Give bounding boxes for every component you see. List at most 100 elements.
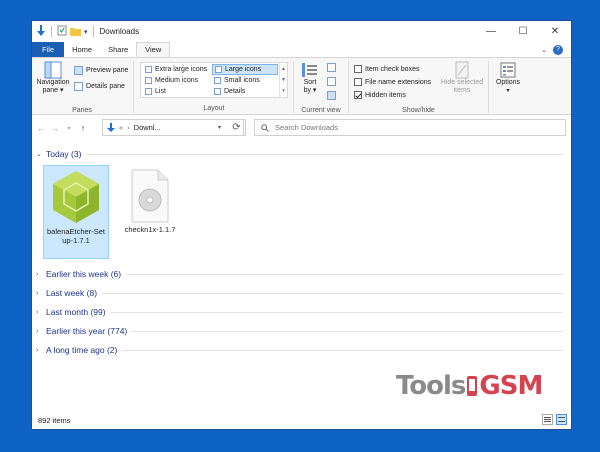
expand-gallery-icon: ▾: [282, 88, 285, 95]
expand-chevron-icon[interactable]: ›: [36, 271, 46, 278]
options-button[interactable]: Options ▾: [490, 61, 526, 95]
group-label: Earlier this year (774): [46, 326, 128, 336]
file-name-extensions-toggle[interactable]: File name extensions: [354, 76, 431, 88]
new-folder-icon[interactable]: [70, 26, 81, 38]
scroll-down-icon: ▼: [281, 76, 286, 83]
size-columns-icon[interactable]: [327, 91, 336, 100]
group-header-today[interactable]: ⌄ Today (3): [36, 149, 563, 159]
file-item[interactable]: balenaEtcher-Set up-1.7.1: [43, 165, 109, 259]
customize-qa-icon[interactable]: ▾: [84, 28, 88, 36]
group-separator: [488, 61, 489, 113]
options-dropdown-icon: ▾: [506, 88, 510, 94]
downloads-folder-icon: [107, 122, 115, 132]
back-icon[interactable]: ←: [34, 123, 48, 133]
ribbon-tabs: File Home Share View ⌄ ?: [32, 42, 571, 57]
expand-ribbon-icon[interactable]: ⌄: [541, 46, 547, 54]
navigation-pane-label: Navigation: [36, 79, 70, 86]
file-name: checkn1x-1.1.7: [124, 225, 176, 234]
layout-item-label: Details: [224, 88, 246, 95]
details-pane-button[interactable]: Details pane: [74, 80, 125, 92]
search-placeholder: Search Downloads: [275, 123, 338, 132]
expand-chevron-icon[interactable]: ›: [36, 347, 46, 354]
layout-scroll[interactable]: ▲ ▼ ▾: [279, 63, 287, 97]
file-name-extensions-checkbox[interactable]: [354, 78, 362, 86]
group-label: Earlier this week (6): [46, 269, 122, 279]
refresh-icon: ⟳: [232, 122, 241, 133]
details-view-icon[interactable]: [542, 414, 553, 425]
navigation-pane-button[interactable]: Navigation pane ▾: [36, 61, 70, 95]
forward-icon[interactable]: →: [48, 123, 62, 133]
sort-by-button[interactable]: Sort by ▾: [299, 61, 321, 95]
expand-chevron-icon[interactable]: ›: [36, 290, 46, 297]
hide-selected-icon: [455, 61, 469, 79]
hidden-items-checkbox[interactable]: [354, 91, 362, 99]
recent-locations-icon[interactable]: ▾: [62, 125, 76, 132]
sort-by-label: Sort: [303, 79, 317, 86]
separator: [51, 26, 52, 37]
close-button[interactable]: ✕: [539, 21, 571, 42]
maximize-button[interactable]: ☐: [507, 21, 539, 42]
expand-chevron-icon[interactable]: ›: [36, 309, 46, 316]
group-header-a-long-time-ago[interactable]: › A long time ago (2): [36, 345, 563, 355]
tab-share[interactable]: Share: [100, 42, 136, 57]
ribbon-view: Navigation pane ▾ Preview pane Details p…: [32, 57, 571, 115]
tab-file[interactable]: File: [32, 42, 65, 57]
show-hide-label: Show/hide: [402, 107, 435, 114]
details-pane-label: Details pane: [86, 82, 125, 90]
preview-pane-icon: [74, 65, 83, 75]
item-check-boxes-toggle[interactable]: Item check boxes: [354, 63, 419, 75]
file-name: balenaEtcher-Set up-1.7.1: [47, 227, 105, 245]
minimize-button[interactable]: —: [475, 21, 507, 42]
collapse-chevron-icon[interactable]: ⌄: [36, 150, 46, 158]
group-header-last-month[interactable]: › Last month (99): [36, 307, 563, 317]
group-by-icon[interactable]: [327, 63, 336, 72]
title-bar: ▾ Downloads — ☐ ✕: [32, 21, 571, 42]
window-title: Downloads: [99, 27, 140, 36]
group-separator: [293, 61, 294, 113]
search-box[interactable]: Search Downloads: [254, 119, 566, 136]
group-divider: [86, 153, 563, 155]
options-label: Options: [495, 79, 521, 86]
window-controls: — ☐ ✕: [475, 21, 571, 42]
file-item[interactable]: checkn1x-1.1.7: [117, 165, 183, 259]
item-check-boxes-checkbox[interactable]: [354, 65, 362, 73]
large-icons-view-icon[interactable]: [556, 414, 567, 425]
group-header-earlier-this-year[interactable]: › Earlier this year (774): [36, 326, 563, 336]
group-separator: [133, 61, 134, 113]
refresh-button[interactable]: ⟳: [228, 119, 246, 136]
group-label: Last week (8): [46, 288, 98, 298]
hide-selected-label: Hide selected: [440, 79, 484, 86]
group-divider: [102, 292, 563, 294]
balena-etcher-icon: [53, 171, 99, 223]
preview-pane-button[interactable]: Preview pane: [74, 64, 128, 76]
layout-large-icons[interactable]: Large icons: [212, 64, 278, 75]
hide-selected-items-button[interactable]: Hide selected items: [440, 61, 484, 95]
breadcrumb-overflow-icon[interactable]: «: [119, 123, 123, 132]
layout-details[interactable]: Details: [212, 86, 247, 97]
layout-extra-large-icons[interactable]: Extra large icons: [143, 64, 209, 75]
add-columns-icon[interactable]: [327, 77, 336, 86]
panes-group: Navigation pane ▾ Preview pane Details p…: [32, 58, 132, 116]
hidden-items-toggle[interactable]: Hidden items: [354, 89, 406, 101]
tools-gsm-watermark: Tools GSM: [396, 371, 543, 401]
layout-small-icons[interactable]: Small icons: [212, 75, 262, 86]
tab-home[interactable]: Home: [64, 42, 100, 57]
view-options: [327, 63, 336, 100]
layout-item-label: Small icons: [224, 77, 260, 84]
layout-group-label: Layout: [203, 105, 225, 112]
tab-view[interactable]: View: [136, 42, 171, 57]
layout-medium-icons[interactable]: Medium icons: [143, 75, 200, 86]
group-header-earlier-this-week[interactable]: › Earlier this week (6): [36, 269, 563, 279]
preview-pane-label: Preview pane: [86, 66, 129, 74]
group-header-last-week[interactable]: › Last week (8): [36, 288, 563, 298]
help-icon[interactable]: ?: [553, 44, 563, 55]
properties-icon[interactable]: [57, 25, 67, 38]
expand-chevron-icon[interactable]: ›: [36, 328, 46, 335]
breadcrumb-current[interactable]: Downl...: [134, 123, 161, 132]
watermark-gsm: GSM: [479, 371, 543, 401]
layout-list[interactable]: List: [143, 86, 168, 97]
navigation-pane-label-2: pane ▾: [42, 87, 64, 94]
explorer-window: ▾ Downloads — ☐ ✕ File Home Share View ⌄…: [31, 20, 572, 430]
up-icon[interactable]: ↑: [76, 123, 90, 133]
current-view-group: Sort by ▾ Current view: [295, 58, 347, 116]
